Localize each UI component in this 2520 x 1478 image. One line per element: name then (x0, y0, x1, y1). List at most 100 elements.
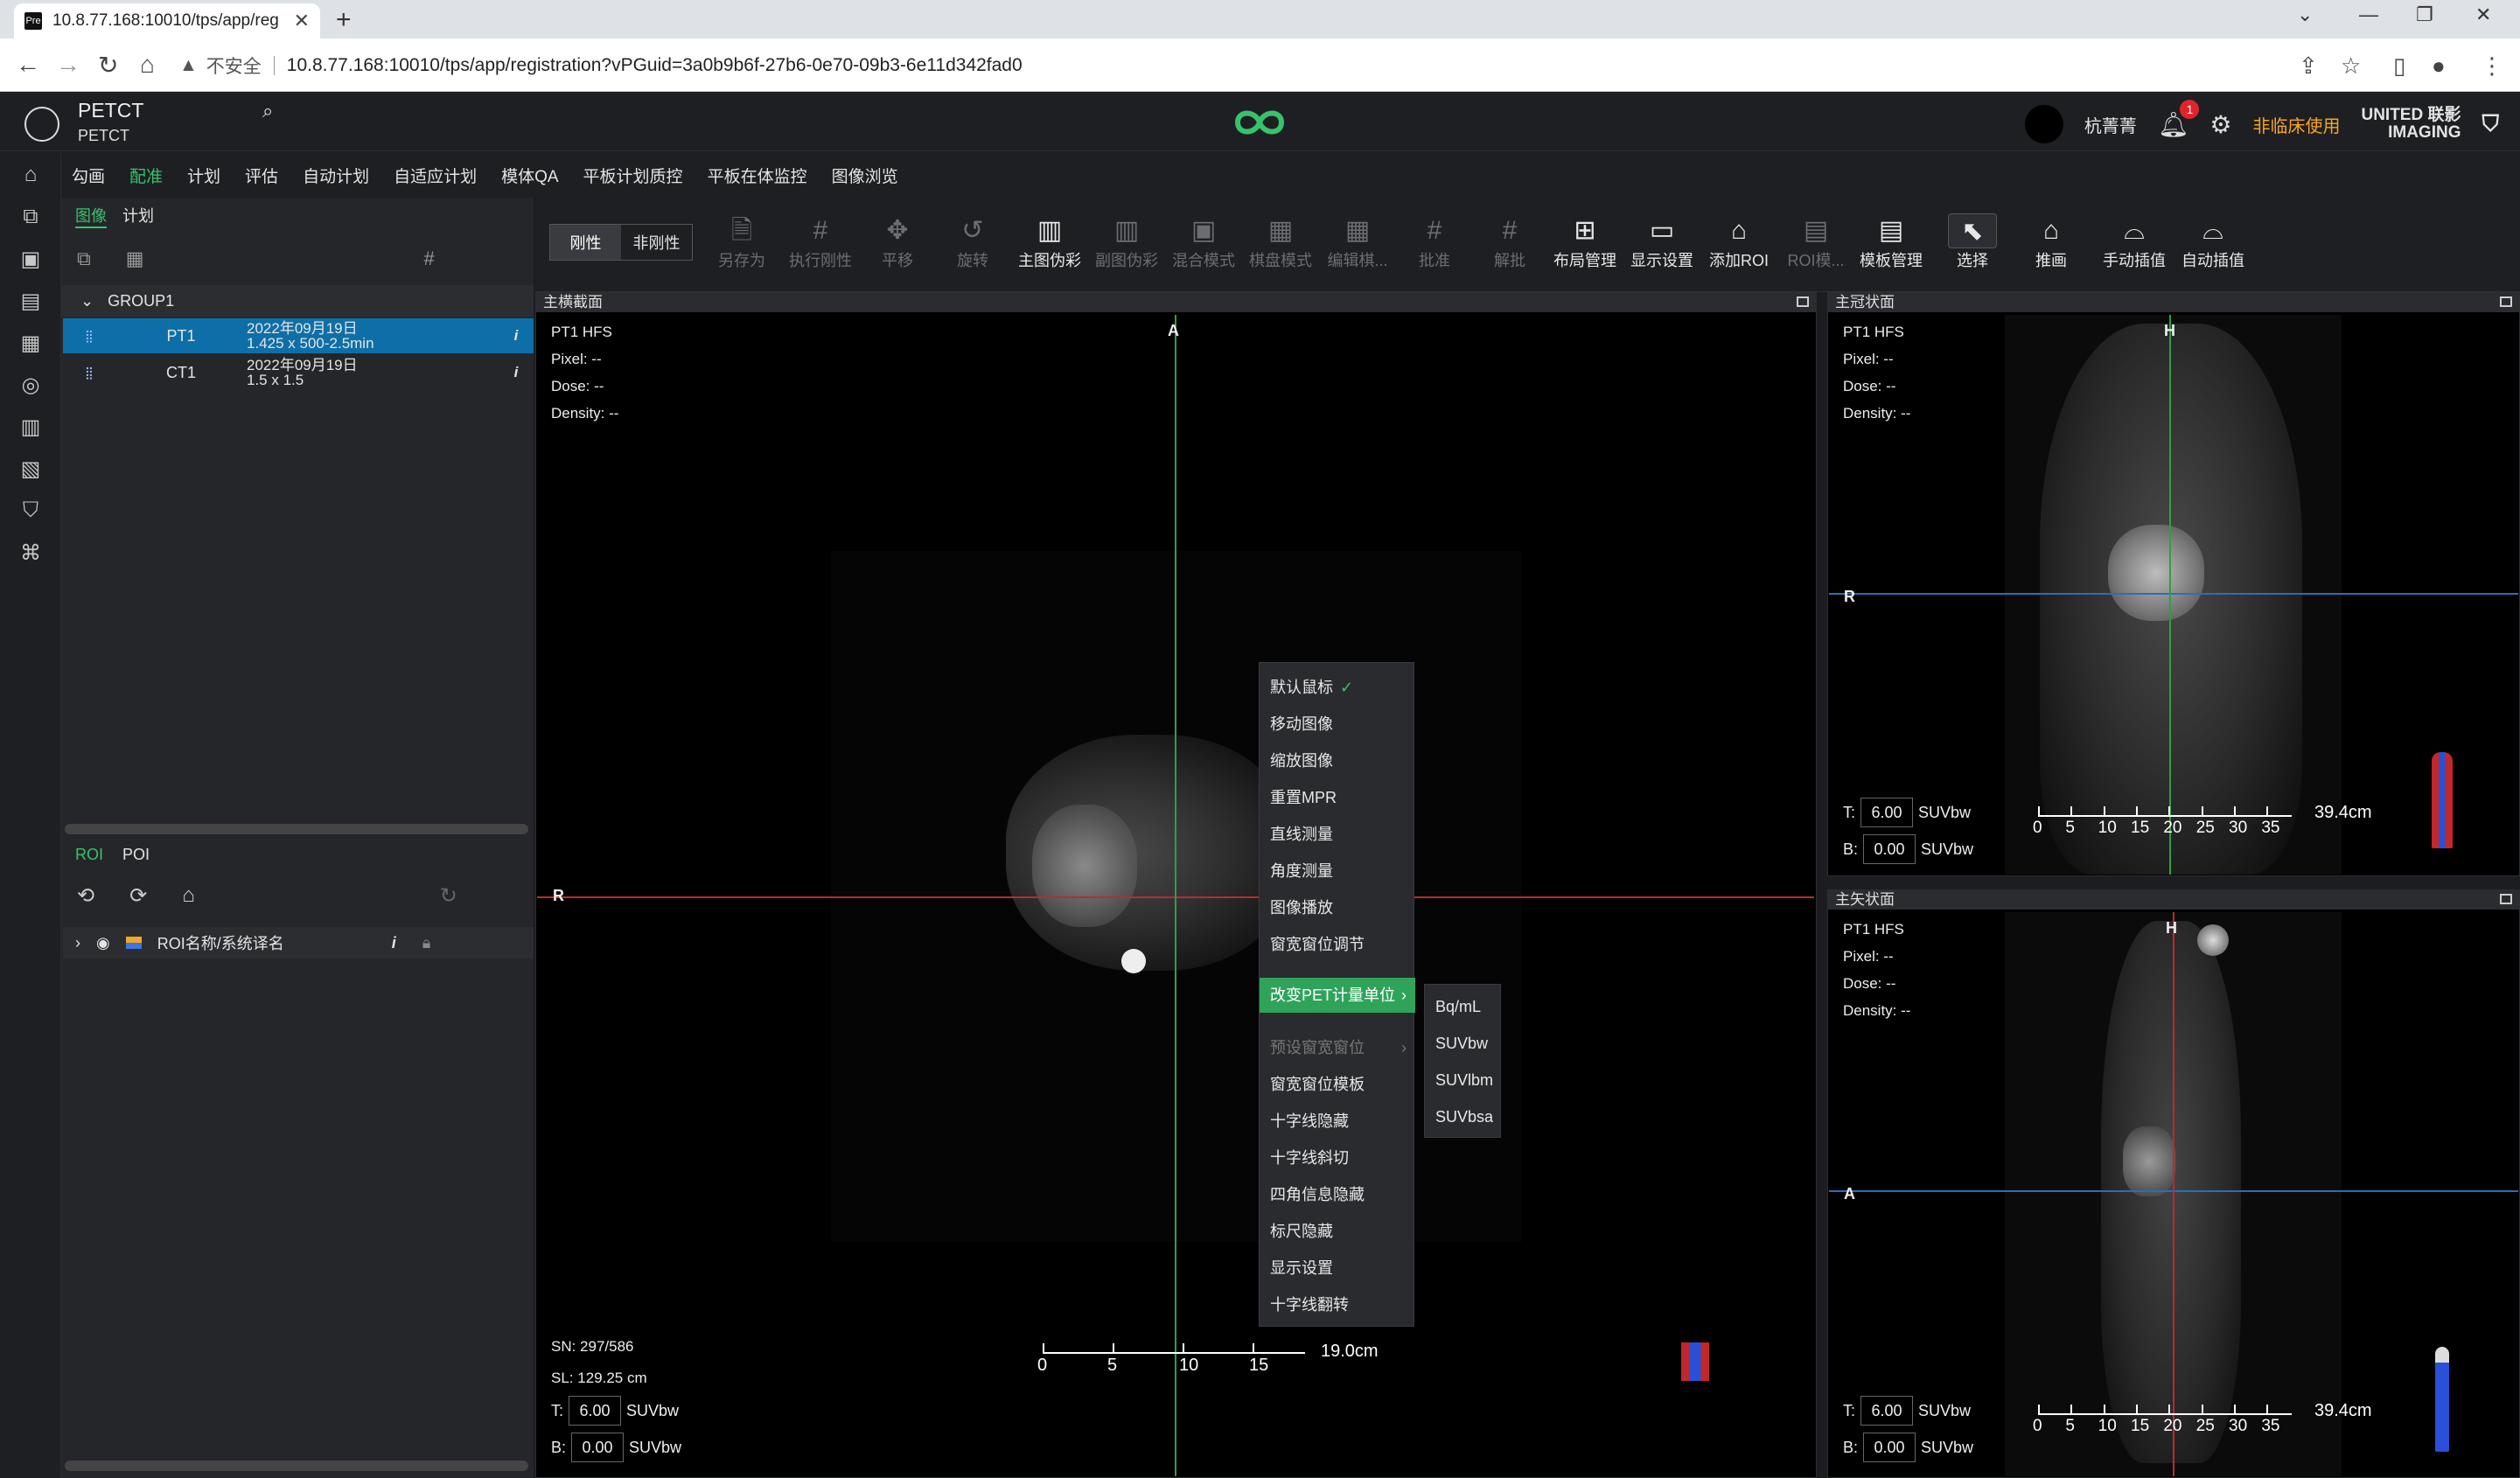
home-icon[interactable]: ⌂ (140, 51, 155, 79)
gear-icon[interactable]: ⚙ (2209, 110, 2231, 139)
context-menu-item[interactable]: 缩放图像 (1260, 743, 1415, 778)
menu-item[interactable]: 自适应计划 (394, 164, 477, 187)
crosshair-vertical[interactable] (2173, 912, 2174, 1476)
tab-poi[interactable]: POI (122, 846, 150, 864)
nav-qa-icon[interactable]: ⛉ (19, 498, 42, 522)
b-value-input[interactable]: 0.00 (1863, 1433, 1916, 1462)
tool-button[interactable]: ▤ ROI模... (1779, 213, 1853, 271)
context-menu-item[interactable]: 重置MPR (1260, 780, 1415, 815)
nav-dose-icon[interactable]: ◎ (19, 373, 42, 397)
series-scrollbar[interactable] (65, 824, 528, 834)
info-icon[interactable]: i (392, 934, 396, 952)
b-value-input[interactable]: 0.00 (571, 1433, 625, 1462)
menu-item[interactable]: 自动计划 (303, 164, 369, 187)
submenu-item[interactable]: SUVbsa (1425, 1098, 1502, 1135)
nav-stats-icon[interactable]: ▥ (19, 415, 42, 439)
drag-handle-icon[interactable]: ⣿ (63, 329, 115, 344)
side-panel-icon[interactable]: ▯ (2393, 52, 2405, 80)
submenu-item[interactable]: SUVlbm (1425, 1062, 1502, 1098)
forward-icon[interactable]: → (56, 51, 80, 79)
submenu-item[interactable]: SUVbw (1425, 1025, 1502, 1062)
crosshair-vertical[interactable] (2169, 315, 2171, 875)
nav-plan-icon[interactable]: ▣ (19, 247, 42, 271)
tool-button[interactable]: ▦ 编辑棋... (1321, 213, 1394, 271)
submenu-item[interactable]: Bq/mL (1425, 988, 1502, 1025)
roi-list-header[interactable]: › ◉ ROI名称/系统译名 i 🔒︎ (63, 927, 534, 959)
user-name[interactable]: 杭菁菁 (2084, 112, 2137, 137)
context-menu-item[interactable]: 窗宽窗位调节 (1260, 927, 1415, 962)
group-header[interactable]: ⌄ GROUP1 (61, 285, 534, 317)
restore-icon[interactable]: ❐ (2416, 3, 2433, 26)
series-row[interactable]: ⣿ PT1 2022年09月19日 1.425 x 500-2.5min i (63, 318, 534, 353)
context-menu-item[interactable]: 显示设置 (1260, 1251, 1415, 1286)
tool-button[interactable]: # 执行刚性 (784, 213, 857, 271)
tool-button[interactable]: ⌓ 手动插值 (2098, 213, 2171, 271)
bookmark-star-icon[interactable]: ☆ (2341, 52, 2361, 80)
tool-button[interactable]: ▣ 混合模式 (1167, 213, 1240, 271)
context-menu-item[interactable]: 默认鼠标 ✓ (1260, 670, 1415, 705)
lock-icon[interactable]: 🔒︎ (422, 934, 431, 952)
tool-button[interactable]: ✥ 平移 (861, 213, 934, 271)
t-value-input[interactable]: 6.00 (1860, 1396, 1914, 1426)
reload-icon[interactable]: ↻ (98, 51, 118, 80)
context-menu-item[interactable]: 角度测量 (1260, 854, 1415, 889)
tool-button[interactable]: ▥ 主图伪彩 (1013, 213, 1086, 271)
series-filter-icon[interactable]: # (424, 247, 435, 270)
t-value-input[interactable]: 6.00 (1860, 798, 1914, 827)
maximize-icon[interactable] (2500, 296, 2512, 307)
tool-button[interactable]: ⌂ 添加ROI (1702, 213, 1776, 271)
tool-button[interactable]: ⬉ 选择 (1936, 213, 2009, 271)
context-menu-item[interactable]: 直线测量 (1260, 817, 1415, 852)
user-avatar[interactable] (2024, 105, 2063, 143)
crosshair-vertical[interactable] (1175, 315, 1176, 1476)
series-grid-icon[interactable]: ▦ (126, 247, 144, 270)
menu-item[interactable]: 平板在体监控 (708, 164, 807, 187)
nav-tools-icon[interactable]: ⌘ (19, 540, 42, 565)
info-icon[interactable]: i (499, 364, 534, 381)
context-menu-item[interactable]: 改变PET计量单位 › (1260, 978, 1415, 1013)
tab-image[interactable]: 图像 (75, 204, 107, 228)
new-tab-icon[interactable]: + (336, 5, 352, 35)
tool-button[interactable]: ⌓ 自动插值 (2176, 213, 2250, 271)
tab-roi[interactable]: ROI (75, 846, 103, 864)
tool-button[interactable]: 🗎︎ 另存为 (705, 213, 778, 271)
profile-icon[interactable]: ● (2432, 52, 2446, 80)
eye-icon[interactable]: ◉ (96, 934, 110, 952)
browser-tab[interactable]: Pre 10.8.77.168:10010/tps/app/reg ✕ (14, 3, 320, 38)
crosshair-horizontal[interactable] (1829, 593, 2518, 595)
menu-item[interactable]: 平板计划质控 (583, 164, 683, 187)
context-menu-item[interactable]: 十字线斜切 (1260, 1140, 1415, 1175)
t-value-input[interactable]: 6.00 (569, 1396, 622, 1426)
tool-button[interactable]: # 解批 (1473, 213, 1546, 271)
menu-item[interactable]: 配准 (129, 164, 163, 187)
context-menu-item[interactable]: 十字线翻转 (1260, 1287, 1415, 1322)
roi-add-icon[interactable]: ⟲ (77, 883, 94, 909)
context-menu-item[interactable]: 十字线隐藏 (1260, 1104, 1415, 1139)
maximize-icon[interactable] (2500, 894, 2512, 904)
nav-registration-icon[interactable]: ⧉ (19, 205, 42, 228)
drag-handle-icon[interactable]: ⣿ (63, 366, 115, 380)
b-value-input[interactable]: 0.00 (1863, 834, 1916, 864)
info-icon[interactable]: i (499, 327, 534, 345)
menu-item[interactable]: 勾画 (72, 164, 105, 187)
context-menu-item[interactable]: 预设窗宽窗位 › (1260, 1030, 1415, 1065)
search-icon[interactable]: ⌕ (262, 100, 273, 122)
window-close-icon[interactable]: ✕ (2475, 3, 2491, 26)
context-menu-item[interactable]: 移动图像 (1260, 707, 1415, 742)
tool-button[interactable]: ▭ 显示设置 (1625, 213, 1699, 271)
menu-item[interactable]: 模体QA (501, 164, 558, 187)
nav-document-icon[interactable]: ▤ (19, 289, 42, 313)
roi-edit-icon[interactable]: ⌂ (182, 883, 195, 909)
context-menu-item[interactable]: 图像播放 (1260, 890, 1415, 925)
tab-plan[interactable]: 计划 (122, 204, 154, 228)
tool-button[interactable]: ⊞ 布局管理 (1548, 213, 1622, 271)
chevron-down-icon[interactable]: ⌄ (80, 292, 94, 310)
tool-button[interactable]: ▤ 模板管理 (1854, 213, 1928, 271)
nonrigid-button[interactable]: 非刚性 (621, 225, 692, 260)
tool-button[interactable]: ▥ 副图伪彩 (1090, 213, 1163, 271)
url-field[interactable]: ▲ 不安全 10.8.77.168:10010/tps/app/registra… (179, 49, 2279, 82)
tool-button[interactable]: ⌂ 推画 (2014, 213, 2088, 271)
patient-icon[interactable] (24, 107, 59, 142)
nav-review-icon[interactable]: ▦ (19, 331, 42, 355)
rigid-button[interactable]: 刚性 (550, 225, 621, 260)
